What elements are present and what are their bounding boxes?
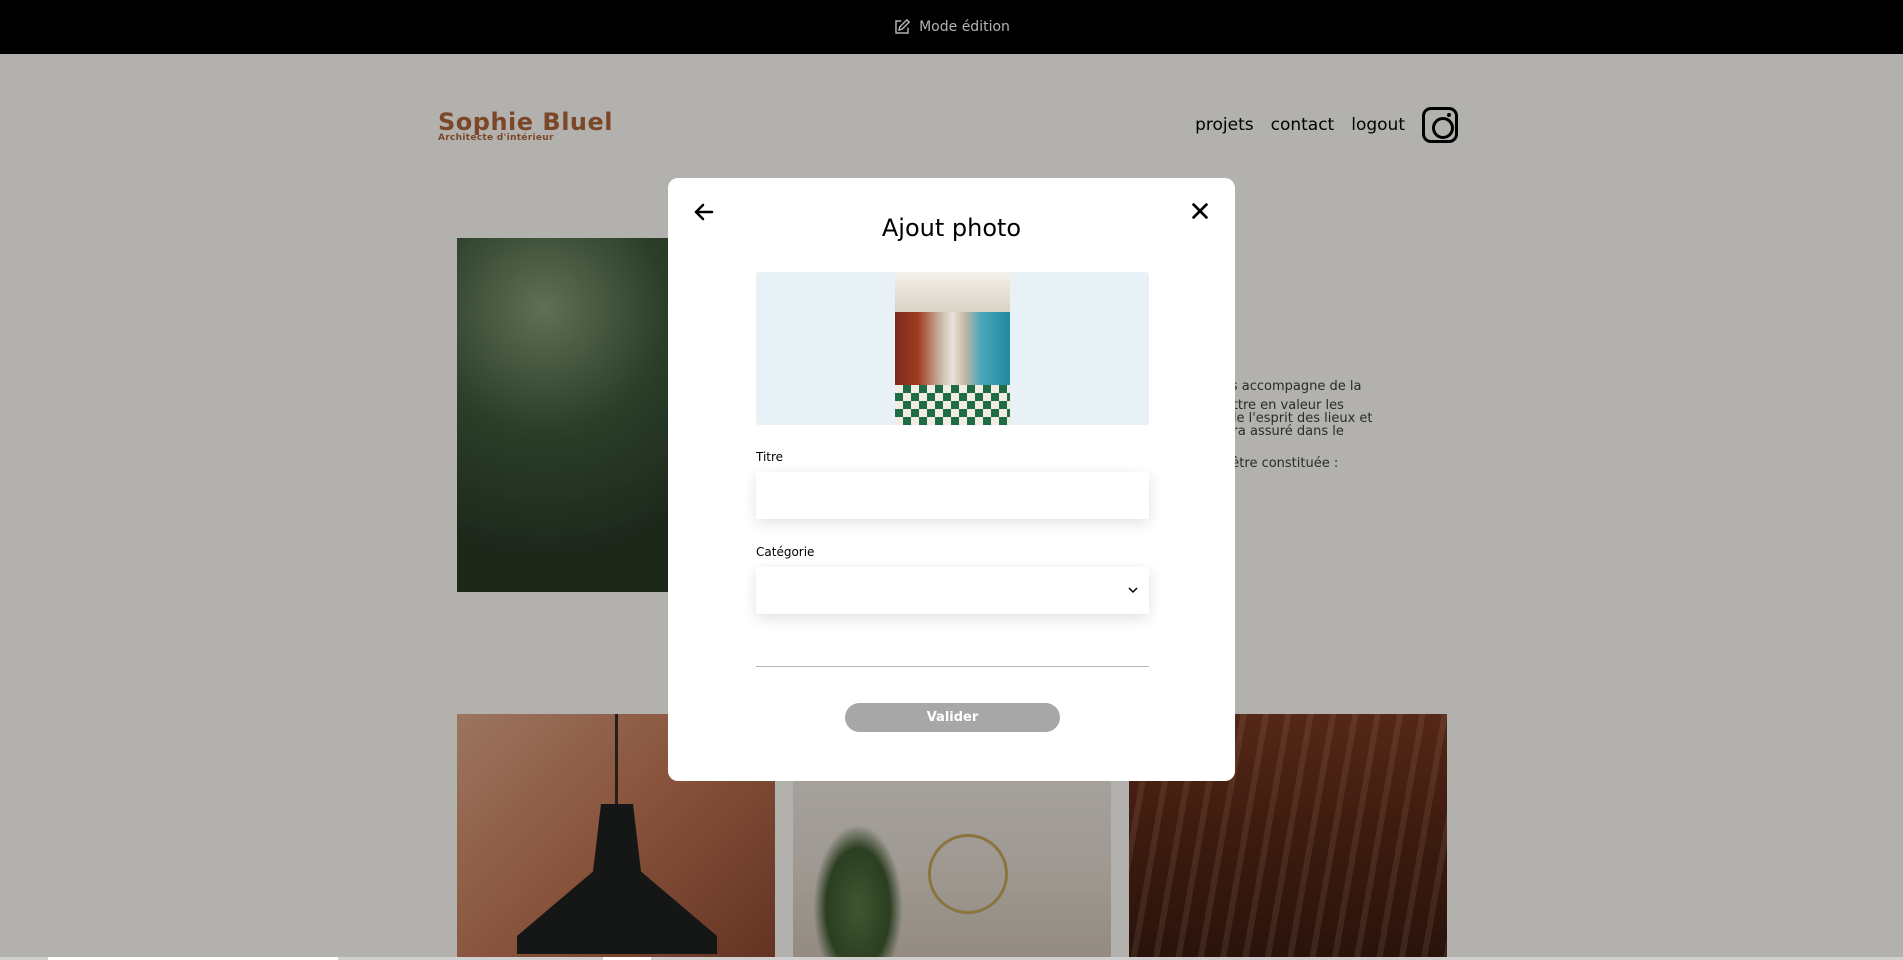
chevron-down-icon <box>1128 587 1138 594</box>
photo-upload-zone[interactable] <box>756 272 1149 425</box>
divider <box>756 666 1149 667</box>
category-select[interactable] <box>756 567 1149 614</box>
photo-preview <box>895 272 1010 425</box>
submit-button[interactable]: Valider <box>845 703 1060 732</box>
add-photo-modal: Ajout photo Titre Catégorie Valider <box>668 178 1235 781</box>
title-label: Titre <box>756 450 784 464</box>
category-label: Catégorie <box>756 545 815 559</box>
modal-title: Ajout photo <box>881 214 1022 242</box>
title-input[interactable] <box>756 472 1149 519</box>
